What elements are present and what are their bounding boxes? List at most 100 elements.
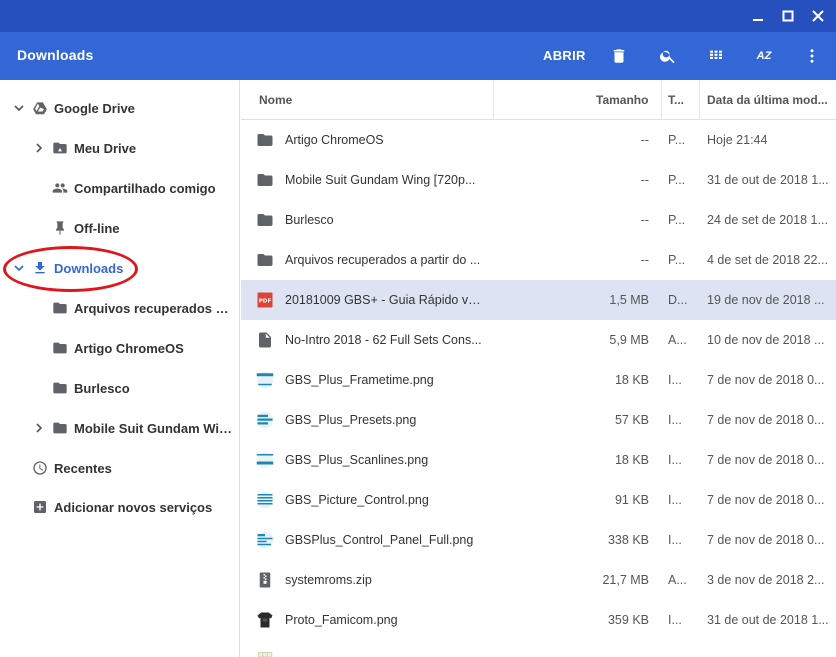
search-icon[interactable] bbox=[656, 44, 680, 68]
clock-icon bbox=[32, 460, 48, 476]
file-size: 21,7 MB bbox=[602, 573, 649, 587]
file-type: A... bbox=[668, 333, 687, 347]
folder-icon bbox=[253, 128, 277, 152]
file-row[interactable]: Mobile Suit Gundam Wing [720p... -- P...… bbox=[241, 160, 836, 200]
file-row[interactable]: GBS_Plus_Frametime.png 18 KB I... 7 de n… bbox=[241, 360, 836, 400]
file-row[interactable]: systemroms.zip 21,7 MB A... 3 de nov de … bbox=[241, 560, 836, 600]
column-header-date[interactable]: Data da última mod... bbox=[707, 93, 831, 107]
sidebar-item-add-services[interactable]: Adicionar novos serviços bbox=[0, 487, 240, 527]
file-date: 7 de nov de 2018 0... bbox=[707, 373, 825, 387]
file-name: GBS_Plus_Scanlines.png bbox=[285, 453, 429, 467]
file-type: I... bbox=[668, 373, 682, 387]
file-type: I... bbox=[668, 453, 682, 467]
file-size: 18 KB bbox=[614, 373, 649, 387]
file-name: systemroms.zip bbox=[285, 573, 372, 587]
file-type: I... bbox=[668, 493, 682, 507]
sort-az-label: AZ bbox=[756, 50, 772, 62]
file-date: 3 de nov de 2018 2... bbox=[707, 573, 825, 587]
folder-icon bbox=[52, 300, 68, 316]
file-size: -- bbox=[640, 133, 649, 147]
people-icon bbox=[52, 180, 68, 196]
file-name: GBS_Picture_Control.png bbox=[285, 493, 429, 507]
file-date: 31 de out de 2018 1... bbox=[707, 613, 829, 627]
sidebar-item-label: Burlesco bbox=[74, 380, 130, 396]
file-size: -- bbox=[640, 213, 649, 227]
minimize-icon[interactable] bbox=[748, 6, 768, 26]
sidebar-item-recent[interactable]: Recentes bbox=[0, 448, 240, 488]
file-row[interactable]: Burlesco -- P... 24 de set de 2018 1... bbox=[241, 200, 836, 240]
google-drive-icon bbox=[32, 100, 48, 116]
file-type: P... bbox=[668, 133, 686, 147]
sidebar-item-meu-drive[interactable]: Meu Drive bbox=[0, 128, 240, 168]
maximize-icon[interactable] bbox=[778, 6, 798, 26]
file-type: D... bbox=[668, 293, 688, 307]
file-name: GBS_Plus_Presets.png bbox=[285, 413, 417, 427]
image-thumbnail-icon bbox=[253, 528, 277, 552]
svg-text:PDF: PDF bbox=[259, 299, 272, 305]
close-icon[interactable] bbox=[808, 6, 828, 26]
file-row-selected[interactable]: PDF 20181009 GBS+ - Guia Rápido v1... 1,… bbox=[241, 280, 836, 320]
chevron-right-icon[interactable] bbox=[33, 142, 45, 154]
file-size: 57 KB bbox=[614, 413, 649, 427]
chevron-down-icon[interactable] bbox=[13, 102, 25, 114]
pin-icon bbox=[52, 220, 68, 236]
folder-icon bbox=[52, 340, 68, 356]
file-row[interactable]: GBSPlus_Control_Panel_Full.png 338 KB I.… bbox=[241, 520, 836, 560]
file-name: GBSPlus_Control_Panel_Full.png bbox=[285, 533, 474, 547]
file-size: -- bbox=[640, 253, 649, 267]
sidebar-item-offline[interactable]: Off-line bbox=[0, 208, 240, 248]
page-title: Downloads bbox=[17, 47, 94, 63]
column-divider[interactable] bbox=[699, 80, 700, 120]
chevron-right-icon[interactable] bbox=[33, 422, 45, 434]
file-type: I... bbox=[668, 533, 682, 547]
file-row[interactable]: Arquivos recuperados a partir do ... -- … bbox=[241, 240, 836, 280]
file-row[interactable]: Artigo ChromeOS -- P... Hoje 21:44 bbox=[241, 120, 836, 160]
column-divider[interactable] bbox=[493, 80, 494, 120]
sidebar-item-folder[interactable]: Artigo ChromeOS bbox=[0, 328, 240, 368]
file-date: 31 de out de 2018 1... bbox=[707, 173, 829, 187]
sidebar-item-folder[interactable]: Mobile Suit Gundam Wing ... bbox=[0, 408, 240, 448]
chevron-down-icon[interactable] bbox=[13, 262, 25, 274]
file-row[interactable]: GBS_Plus_Presets.png 57 KB I... 7 de nov… bbox=[241, 400, 836, 440]
more-options-icon[interactable] bbox=[800, 44, 824, 68]
file-date: 24 de set de 2018 1... bbox=[707, 213, 828, 227]
folder-icon bbox=[253, 168, 277, 192]
file-row-partial[interactable] bbox=[241, 640, 836, 657]
column-divider[interactable] bbox=[661, 80, 662, 120]
file-size: 359 KB bbox=[607, 613, 649, 627]
sidebar-item-folder[interactable]: Burlesco bbox=[0, 368, 240, 408]
file-icon bbox=[253, 328, 277, 352]
file-row[interactable]: Proto_Famicom.png 359 KB I... 31 de out … bbox=[241, 600, 836, 640]
image-thumbnail-icon bbox=[253, 488, 277, 512]
column-header-size[interactable]: Tamanho bbox=[596, 93, 648, 107]
file-date: Hoje 21:44 bbox=[707, 133, 768, 147]
column-header-type[interactable]: T... bbox=[668, 93, 684, 107]
open-button[interactable]: ABRIR bbox=[539, 46, 590, 66]
delete-icon[interactable] bbox=[607, 44, 631, 68]
image-thumbnail-icon bbox=[253, 448, 277, 472]
sidebar-item-folder[interactable]: Arquivos recuperados a p... bbox=[0, 288, 240, 328]
file-date: 7 de nov de 2018 0... bbox=[707, 533, 825, 547]
sidebar-item-label: Google Drive bbox=[54, 100, 135, 116]
file-row[interactable]: GBS_Plus_Scanlines.png 18 KB I... 7 de n… bbox=[241, 440, 836, 480]
sidebar-item-label: Mobile Suit Gundam Wing ... bbox=[74, 420, 234, 436]
file-type: I... bbox=[668, 613, 682, 627]
sidebar-item-google-drive[interactable]: Google Drive bbox=[0, 88, 240, 128]
file-date: 10 de nov de 2018 ... bbox=[707, 333, 825, 347]
file-row[interactable]: No-Intro 2018 - 62 Full Sets Cons... 5,9… bbox=[241, 320, 836, 360]
file-row[interactable]: GBS_Picture_Control.png 91 KB I... 7 de … bbox=[241, 480, 836, 520]
sort-az-button[interactable]: AZ bbox=[752, 44, 776, 68]
sidebar-item-downloads[interactable]: Downloads bbox=[0, 248, 240, 288]
folder-icon bbox=[253, 248, 277, 272]
file-name: 20181009 GBS+ - Guia Rápido v1... bbox=[285, 293, 485, 307]
image-thumbnail-icon bbox=[253, 648, 277, 657]
grid-view-icon[interactable] bbox=[704, 44, 728, 68]
sidebar-item-label: Downloads bbox=[54, 260, 124, 276]
sidebar-item-shared[interactable]: Compartilhado comigo bbox=[0, 168, 240, 208]
column-header-name[interactable]: Nome bbox=[259, 93, 292, 107]
folder-icon bbox=[253, 208, 277, 232]
file-name: Mobile Suit Gundam Wing [720p... bbox=[285, 173, 476, 187]
file-date: 7 de nov de 2018 0... bbox=[707, 413, 825, 427]
folder-icon bbox=[52, 420, 68, 436]
file-date: 19 de nov de 2018 ... bbox=[707, 293, 825, 307]
